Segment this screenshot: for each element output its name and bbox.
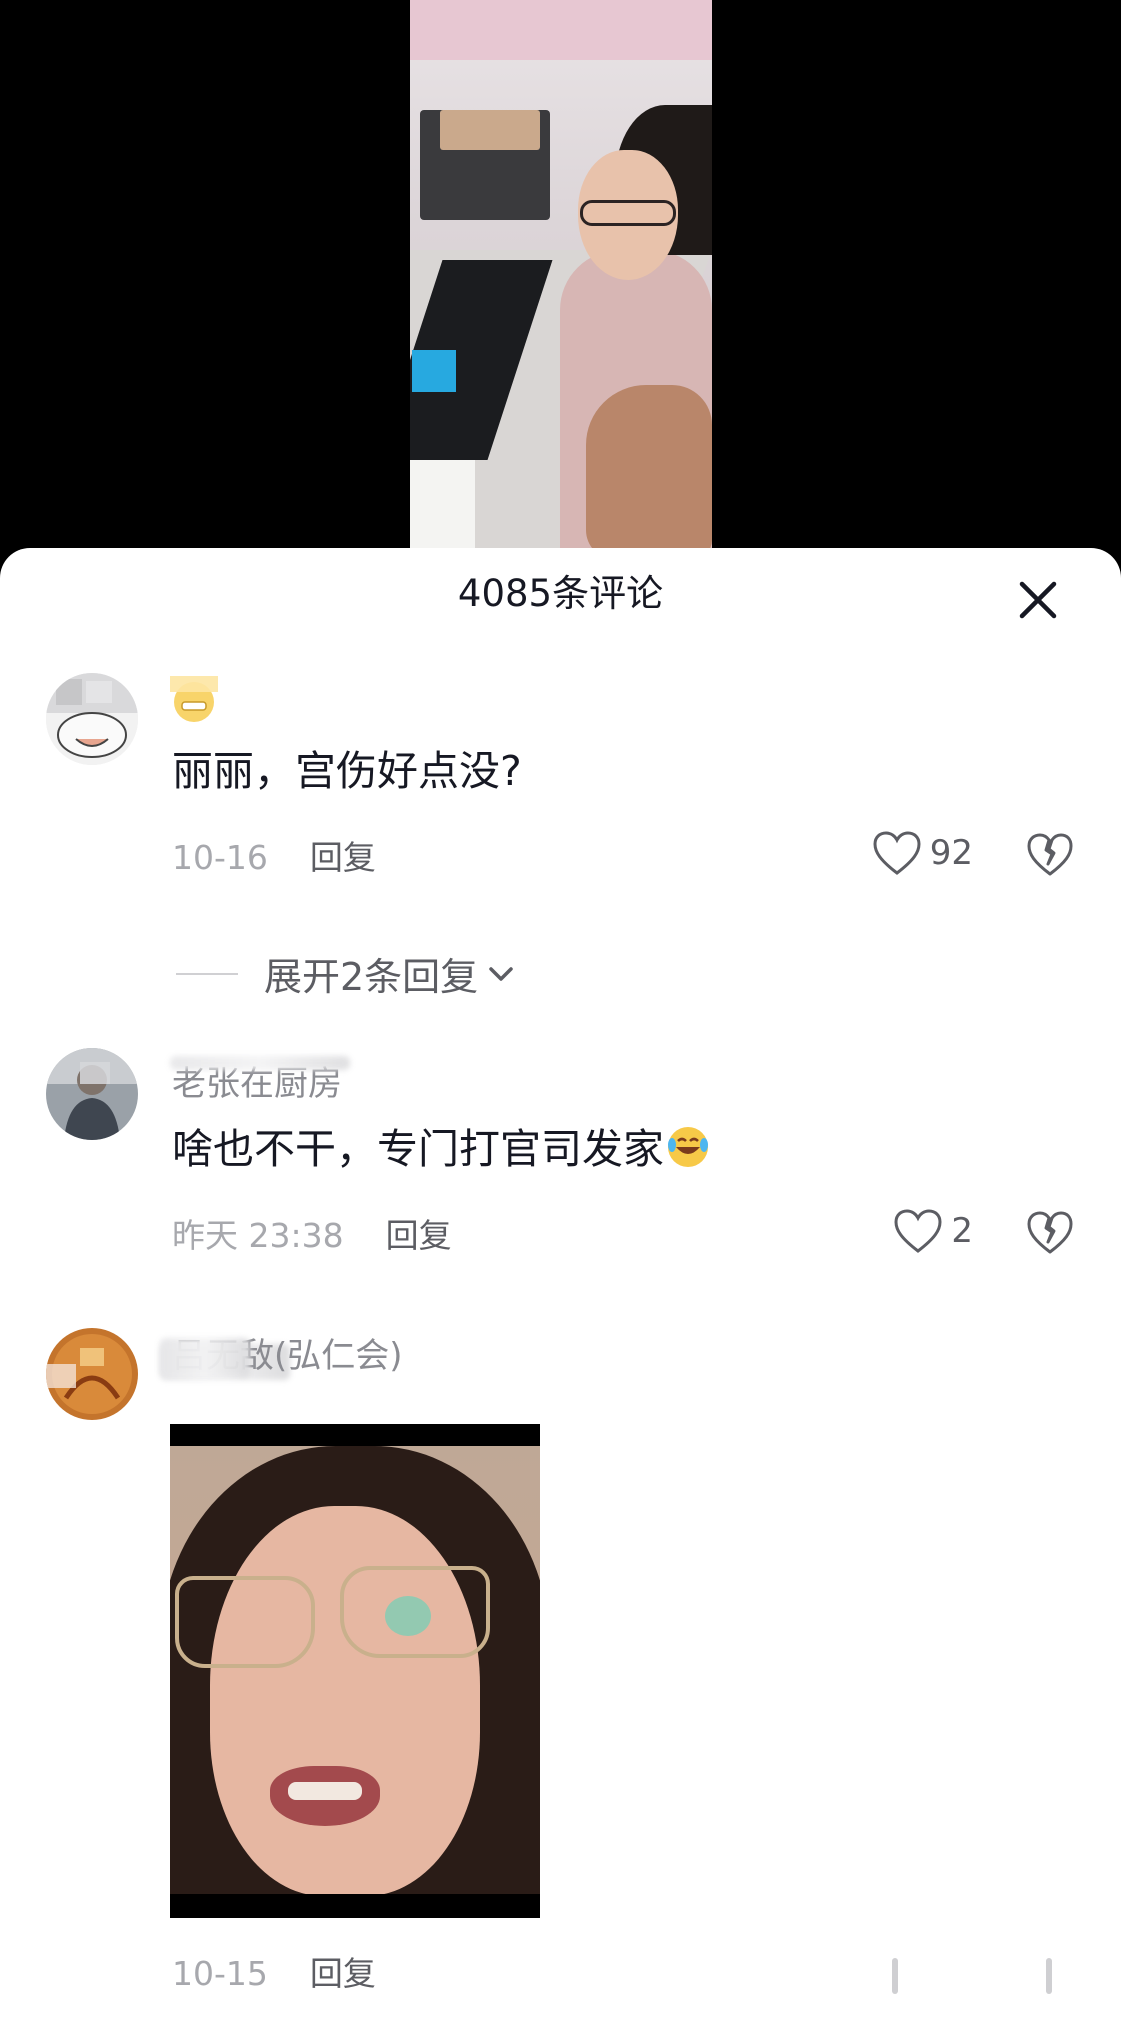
video-person-glasses bbox=[580, 200, 676, 226]
broken-heart-icon bbox=[1027, 1211, 1073, 1254]
chevron-down-icon bbox=[489, 966, 513, 981]
comment-text-body: 啥也不干，专门打官司发家 bbox=[172, 1125, 664, 1173]
comment-text: 啥也不干，专门打官司发家 bbox=[172, 1124, 710, 1174]
like-count: 92 bbox=[929, 833, 973, 873]
dislike-button[interactable] bbox=[1026, 832, 1074, 880]
comment-image-photo bbox=[170, 1446, 540, 1894]
broken-heart-icon bbox=[1027, 833, 1073, 876]
blurred-username-overlay bbox=[160, 1338, 250, 1378]
comment-meta: 10-15 回复 bbox=[172, 1954, 376, 1994]
video-player[interactable] bbox=[0, 0, 1121, 560]
home-indicator-right bbox=[1046, 1958, 1052, 1994]
like-count: 2 bbox=[951, 1211, 973, 1251]
comment-count-title: 4085条评论 bbox=[457, 572, 664, 615]
close-icon bbox=[1019, 581, 1057, 619]
expand-replies-label: 展开2条回复 bbox=[264, 955, 479, 999]
like-button[interactable]: 2 bbox=[893, 1208, 973, 1254]
comment-meta: 10-16 回复 bbox=[172, 838, 376, 878]
comment-text: 丽丽，宫伤好点没? bbox=[172, 747, 522, 795]
comment-time: 10-16 bbox=[172, 838, 268, 877]
close-button[interactable] bbox=[1010, 572, 1066, 628]
comment-username[interactable]: 老张在厨房 bbox=[172, 1064, 342, 1104]
reply-button[interactable]: 回复 bbox=[310, 1954, 376, 1993]
expand-divider bbox=[176, 972, 238, 975]
photo-face bbox=[210, 1506, 480, 1894]
expand-replies-button[interactable]: 展开2条回复 bbox=[176, 946, 518, 1001]
reply-button[interactable]: 回复 bbox=[386, 1216, 452, 1255]
comment-time: 昨天 23:38 bbox=[172, 1216, 344, 1255]
photo-glasses-left bbox=[175, 1576, 315, 1668]
video-shelf bbox=[410, 0, 712, 60]
comment-image[interactable] bbox=[170, 1424, 540, 1918]
comment-time: 10-15 bbox=[172, 1954, 268, 1993]
comment-meta: 昨天 23:38 回复 bbox=[172, 1216, 452, 1256]
heart-icon bbox=[873, 831, 921, 875]
photo-lens-glare bbox=[385, 1596, 431, 1636]
avatar-image bbox=[46, 1048, 138, 1140]
video-frame[interactable] bbox=[410, 0, 712, 560]
home-indicator-left bbox=[892, 1958, 898, 1994]
avatar[interactable] bbox=[46, 673, 138, 765]
heart-icon bbox=[894, 1209, 942, 1253]
laughing-tears-emoji-icon bbox=[666, 1125, 710, 1169]
avatar-image bbox=[46, 673, 138, 765]
avatar-image bbox=[46, 1328, 138, 1420]
video-sticky-note bbox=[412, 350, 456, 392]
photo-teeth bbox=[288, 1782, 362, 1800]
video-fist bbox=[586, 385, 712, 560]
video-paper bbox=[410, 460, 475, 560]
video-printer-paper bbox=[440, 110, 540, 150]
comment-sheet: 4085条评论 丽丽，宫伤好点没? 10-16 回复 92 展开2条回复 老张在… bbox=[0, 548, 1121, 2027]
like-button[interactable]: 92 bbox=[872, 830, 973, 876]
reply-button[interactable]: 回复 bbox=[310, 838, 376, 877]
grinning-emoji-icon bbox=[170, 676, 218, 724]
avatar[interactable] bbox=[46, 1328, 138, 1420]
avatar[interactable] bbox=[46, 1048, 138, 1140]
blurred-username-overlay bbox=[170, 1056, 350, 1070]
dislike-button[interactable] bbox=[1026, 1210, 1074, 1258]
